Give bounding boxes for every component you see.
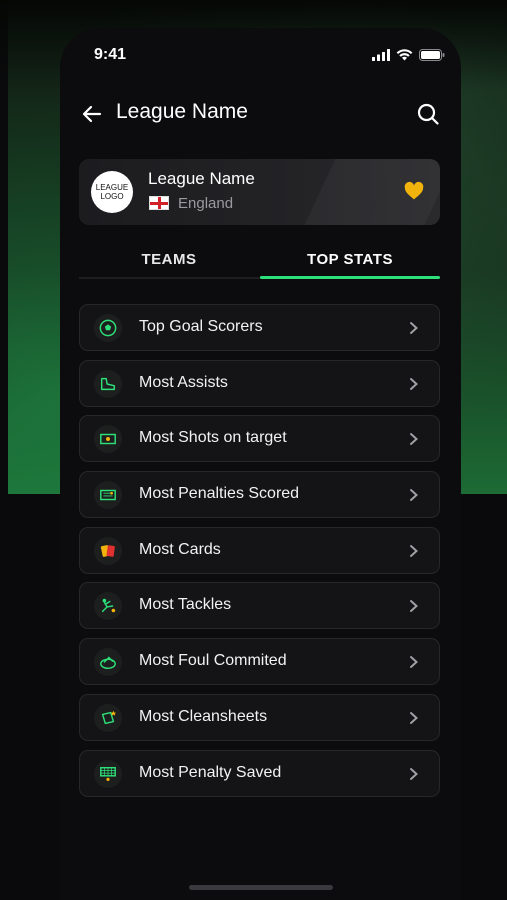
- tab-active-indicator: [260, 276, 440, 279]
- chevron-right-icon: [410, 433, 418, 446]
- wifi-icon: [396, 49, 413, 61]
- stat-row-most-shots-on-target[interactable]: Most Shots on target: [79, 415, 440, 463]
- back-arrow-icon[interactable]: [80, 102, 104, 126]
- boot-icon: [94, 369, 122, 398]
- page-title: League Name: [116, 100, 248, 123]
- chevron-right-icon: [410, 767, 418, 780]
- league-country: England: [178, 195, 234, 212]
- stat-row-most-foul-commited[interactable]: Most Foul Commited: [79, 638, 440, 686]
- top-stats-list: Top Goal Scorers Most Assists Most Shots…: [79, 304, 440, 805]
- stat-row-most-penalty-saved[interactable]: Most Penalty Saved: [79, 749, 440, 797]
- stat-label: Most Shots on target: [139, 429, 287, 447]
- cleansheet-icon: [94, 703, 122, 732]
- app-header: League Name: [80, 96, 440, 132]
- stat-row-most-assists[interactable]: Most Assists: [79, 359, 440, 407]
- chevron-right-icon: [410, 377, 418, 390]
- penalty-save-icon: [94, 759, 122, 788]
- search-icon[interactable]: [416, 102, 440, 126]
- battery-icon: [419, 49, 445, 61]
- stat-label: Most Cleansheets: [139, 707, 268, 725]
- favorite-heart-icon[interactable]: [404, 181, 424, 201]
- stat-label: Top Goal Scorers: [139, 318, 263, 335]
- chevron-right-icon: [410, 711, 418, 724]
- chevron-right-icon: [410, 656, 418, 669]
- foul-icon: [94, 648, 122, 677]
- england-flag-icon: [149, 196, 169, 210]
- league-name: League Name: [148, 169, 255, 188]
- stat-label: Most Assists: [139, 373, 228, 391]
- tab-bar: TEAMS TOP STATS: [79, 245, 440, 279]
- stat-row-top-goal-scorers[interactable]: Top Goal Scorers: [79, 304, 440, 351]
- league-logo: LEAGUE LOGO: [91, 171, 133, 213]
- signal-icon: [372, 49, 390, 61]
- stat-row-most-penalties-scored[interactable]: Most Penalties Scored: [79, 471, 440, 519]
- stat-row-most-cards[interactable]: Most Cards: [79, 526, 440, 574]
- stat-label: Most Cards: [139, 540, 221, 558]
- stat-row-most-cleansheets[interactable]: Most Cleansheets: [79, 693, 440, 741]
- soccer-ball-icon: [94, 314, 122, 342]
- home-indicator[interactable]: [189, 885, 333, 890]
- goal-target-icon: [94, 425, 122, 454]
- stat-label: Most Penalties Scored: [139, 485, 300, 503]
- stat-label: Most Foul Commited: [139, 652, 287, 670]
- chevron-right-icon: [410, 600, 418, 613]
- penalty-goal-icon: [94, 481, 122, 510]
- status-bar: 9:41: [60, 40, 461, 70]
- chevron-right-icon: [410, 544, 418, 557]
- chevron-right-icon: [410, 322, 418, 334]
- stat-label: Most Penalty Saved: [139, 763, 282, 781]
- chevron-right-icon: [410, 489, 418, 502]
- stat-row-most-tackles[interactable]: Most Tackles: [79, 582, 440, 630]
- tab-teams[interactable]: TEAMS: [79, 245, 259, 279]
- status-time: 9:41: [94, 46, 127, 63]
- cards-icon: [94, 536, 122, 565]
- league-card: LEAGUE LOGO League Name England: [79, 159, 440, 225]
- stat-label: Most Tackles: [139, 596, 232, 614]
- tab-top-stats[interactable]: TOP STATS: [260, 245, 440, 279]
- tackle-icon: [94, 592, 122, 621]
